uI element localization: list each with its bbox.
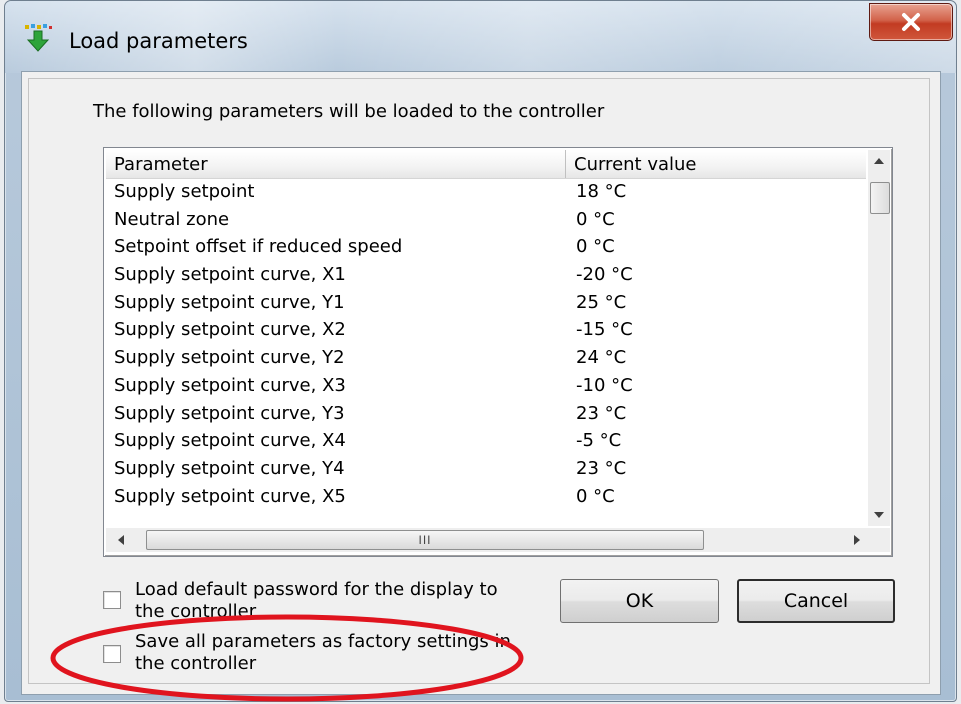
row-value: -15 °C (576, 319, 633, 341)
scroll-down-button[interactable] (868, 504, 890, 526)
list-row[interactable]: Setpoint offset if reduced speed 0 °C (106, 233, 866, 261)
list-row[interactable]: Supply setpoint curve, Y3 23 °C (106, 400, 866, 428)
list-row[interactable]: Supply setpoint curve, X4 -5 °C (106, 427, 866, 455)
horizontal-scrollbar[interactable]: III (106, 528, 868, 552)
download-arrow-icon (25, 24, 52, 52)
scroll-right-button[interactable] (846, 528, 868, 552)
row-value: 24 °C (576, 347, 627, 369)
load-default-password-label[interactable]: Load default password for the display to… (135, 579, 498, 623)
list-row[interactable]: Supply setpoint curve, X2 -15 °C (106, 316, 866, 344)
row-parameter: Supply setpoint curve, X5 (114, 485, 346, 507)
window-title: Load parameters (69, 29, 248, 53)
row-value: 0 °C (576, 208, 615, 230)
save-factory-settings-label[interactable]: Save all parameters as factory settings … (135, 631, 511, 675)
title-bar[interactable]: Load parameters (5, 1, 956, 73)
list-row[interactable]: Supply setpoint curve, Y4 23 °C (106, 455, 866, 483)
close-icon (902, 13, 920, 31)
arrow-right-icon (854, 535, 860, 545)
group-box: The following parameters will be loaded … (28, 78, 930, 684)
row-parameter: Supply setpoint curve, X2 (114, 319, 346, 341)
row-parameter: Supply setpoint curve, Y1 (114, 291, 345, 313)
row-parameter: Neutral zone (114, 208, 230, 230)
dialog-client-area: The following parameters will be loaded … (21, 71, 941, 695)
horizontal-scroll-thumb[interactable]: III (146, 530, 704, 550)
list-row[interactable]: Supply setpoint curve, X3 -10 °C (106, 372, 866, 400)
load-default-password-checkbox[interactable] (103, 591, 121, 609)
row-parameter: Supply setpoint curve, X4 (114, 430, 346, 452)
row-parameter: Setpoint offset if reduced speed (114, 236, 403, 258)
list-rows: Supply setpoint 18 °C Neutral zone 0 °C Se… (106, 178, 866, 528)
row-value: -5 °C (576, 430, 622, 452)
list-row[interactable]: Supply setpoint curve, Y1 25 °C (106, 289, 866, 317)
column-header-parameter[interactable]: Parameter (106, 150, 566, 178)
row-value: -10 °C (576, 374, 633, 396)
cancel-button[interactable]: Cancel (737, 579, 895, 623)
row-value: 25 °C (576, 291, 627, 313)
arrow-down-icon (874, 512, 884, 518)
row-value: 0 °C (576, 485, 615, 507)
row-value: 23 °C (576, 402, 627, 424)
vertical-scrollbar[interactable] (868, 150, 890, 526)
arrow-left-icon (118, 535, 124, 545)
list-row[interactable]: Supply setpoint curve, X5 0 °C (106, 483, 866, 511)
parameter-list[interactable]: Parameter Current value Supply setpoint 1… (103, 147, 893, 557)
row-value: 23 °C (576, 457, 627, 479)
row-value: 0 °C (576, 236, 615, 258)
row-parameter: Supply setpoint curve, X1 (114, 264, 346, 286)
arrow-up-icon (874, 158, 884, 164)
row-parameter: Supply setpoint curve, X3 (114, 374, 346, 396)
intro-text: The following parameters will be loaded … (93, 101, 605, 122)
list-row[interactable]: Supply setpoint 18 °C (106, 178, 866, 206)
dialog-window: Load parameters The following parameters… (4, 0, 957, 702)
scroll-left-button[interactable] (110, 528, 132, 552)
list-header: Parameter Current value (106, 150, 866, 179)
scroll-up-button[interactable] (868, 150, 890, 172)
ok-button[interactable]: OK (560, 579, 719, 623)
row-parameter: Supply setpoint curve, Y2 (114, 347, 345, 369)
close-button[interactable] (869, 3, 953, 41)
list-row[interactable]: Neutral zone 0 °C (106, 206, 866, 234)
vertical-scroll-thumb[interactable] (870, 182, 890, 214)
row-value: 18 °C (576, 181, 627, 202)
save-factory-settings-checkbox[interactable] (103, 645, 121, 663)
scroll-grip: III (418, 533, 432, 547)
scrollbar-corner (868, 528, 890, 552)
list-row[interactable]: Supply setpoint curve, X1 -20 °C (106, 261, 866, 289)
column-header-current-value[interactable]: Current value (566, 150, 866, 178)
row-parameter: Supply setpoint curve, Y4 (114, 457, 345, 479)
list-row[interactable]: Supply setpoint curve, Y2 24 °C (106, 344, 866, 372)
row-parameter: Supply setpoint (114, 181, 255, 202)
row-parameter: Supply setpoint curve, Y3 (114, 402, 345, 424)
row-value: -20 °C (576, 264, 633, 286)
